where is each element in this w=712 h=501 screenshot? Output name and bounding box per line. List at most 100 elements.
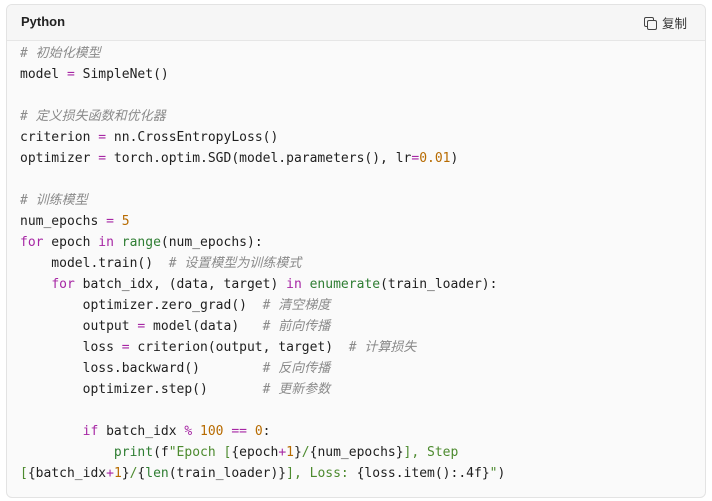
code-token: print	[113, 445, 154, 460]
code-token: # 更新参数	[262, 382, 331, 397]
copy-button[interactable]: 复制	[643, 13, 687, 32]
code-token: (num_epochs):	[160, 235, 263, 250]
code-token: if	[82, 424, 99, 439]
code-token: ], Loss:	[286, 466, 357, 481]
code-token: ], Step	[403, 445, 459, 460]
code-token: (train_loader):	[380, 277, 498, 292]
code-line: loss.backward() # 反向传播	[20, 358, 505, 379]
code-token: (train_loader)}	[168, 466, 287, 481]
code-token: SimpleNet()	[74, 67, 169, 82]
code-token: nn.CrossEntropyLoss()	[106, 130, 279, 145]
code-line: num_epochs = 5	[20, 211, 505, 232]
language-label: Python	[21, 14, 66, 29]
code-token: # 清空梯度	[262, 298, 331, 313]
code-token: optimizer	[20, 151, 99, 166]
code-token: 1	[286, 445, 294, 460]
code-token: batch_idx, (data, target)	[74, 277, 287, 292]
code-token: }	[293, 445, 302, 460]
code-token: {loss.item():.4f}	[356, 466, 490, 481]
code-token: 100	[200, 424, 224, 439]
code-token: criterion	[20, 130, 99, 145]
code-token: {batch_idx	[27, 466, 107, 481]
code-line: if batch_idx % 100 == 0:	[20, 421, 505, 442]
code-block: Python 复制 # 初始化模型 model = SimpleNet() # 定…	[6, 4, 706, 498]
code-token: )	[497, 466, 506, 481]
code-token: model.train()	[20, 256, 169, 271]
code-token: batch_idx	[98, 424, 185, 439]
code-token: )	[450, 151, 459, 166]
code-token: (f	[153, 445, 169, 460]
code-token: model	[20, 67, 67, 82]
code-token: for	[20, 235, 44, 250]
code-block-header: Python 复制	[7, 5, 705, 41]
code-line: output = model(data) # 前向传播	[20, 316, 505, 337]
code-token: in	[286, 277, 302, 292]
code-token: len	[145, 466, 169, 481]
code-line: model = SimpleNet()	[20, 64, 505, 85]
code-token: range	[121, 235, 161, 250]
code-token: :	[262, 424, 271, 439]
code-token: {epoch	[231, 445, 279, 460]
copy-button-label: 复制	[661, 16, 687, 31]
code-line: # 定义损失函数和优化器	[20, 106, 505, 127]
code-token: loss.backward()	[20, 361, 263, 376]
code-token: # 设置模型为训练模式	[168, 256, 302, 271]
code-line: optimizer.step() # 更新参数	[20, 379, 505, 400]
code-line: for batch_idx, (data, target) in enumera…	[20, 274, 505, 295]
copy-icon	[643, 16, 657, 30]
code-token: =	[106, 214, 114, 229]
code-token: torch.optim.SGD(model.parameters(), lr	[106, 151, 412, 166]
code-token: model(data)	[145, 319, 263, 334]
code-line: [{batch_idx+1}/{len(train_loader)}], Los…	[20, 463, 505, 484]
code-token: in	[98, 235, 114, 250]
code-token: 5	[121, 214, 130, 229]
code-token: # 训练模型	[20, 193, 88, 208]
code-token: enumerate	[309, 277, 381, 292]
code-token: 0.01	[419, 151, 451, 166]
code-token: {num_epochs}	[309, 445, 404, 460]
code-line: # 初始化模型	[20, 43, 505, 64]
code-token: =	[411, 151, 420, 166]
code-content[interactable]: # 初始化模型 model = SimpleNet() # 定义损失函数和优化器 c…	[20, 43, 505, 484]
code-line: optimizer.zero_grad() # 清空梯度	[20, 295, 505, 316]
code-line: print(f"Epoch [{epoch+1}/{num_epochs}], …	[20, 442, 505, 463]
code-token: [	[20, 466, 28, 481]
code-token: # 定义损失函数和优化器	[20, 109, 166, 124]
code-token: =	[98, 151, 107, 166]
code-token: num_epochs	[20, 214, 107, 229]
code-token: "Epoch [	[168, 445, 232, 460]
code-token: =	[98, 130, 107, 145]
code-token: =	[121, 340, 130, 355]
code-line: # 训练模型	[20, 190, 505, 211]
code-token: for	[51, 277, 75, 292]
code-token: 1	[113, 466, 122, 481]
code-token: optimizer.zero_grad()	[20, 298, 263, 313]
code-token: # 初始化模型	[20, 46, 101, 61]
code-token: 0	[254, 424, 263, 439]
code-token: epoch	[43, 235, 99, 250]
code-line: model.train() # 设置模型为训练模式	[20, 253, 505, 274]
code-line: optimizer = torch.optim.SGD(model.parame…	[20, 148, 505, 169]
code-line: for epoch in range(num_epochs):	[20, 232, 505, 253]
code-token: criterion(output, target)	[129, 340, 349, 355]
code-line: criterion = nn.CrossEntropyLoss()	[20, 127, 505, 148]
code-token: # 反向传播	[262, 361, 331, 376]
code-token: }	[121, 466, 130, 481]
code-token: # 前向传播	[262, 319, 331, 334]
code-token: loss	[20, 340, 122, 355]
code-token: /	[301, 445, 310, 460]
code-token: # 计算损失	[348, 340, 417, 355]
code-line: loss = criterion(output, target) # 计算损失	[20, 337, 505, 358]
code-token: +	[106, 466, 114, 481]
